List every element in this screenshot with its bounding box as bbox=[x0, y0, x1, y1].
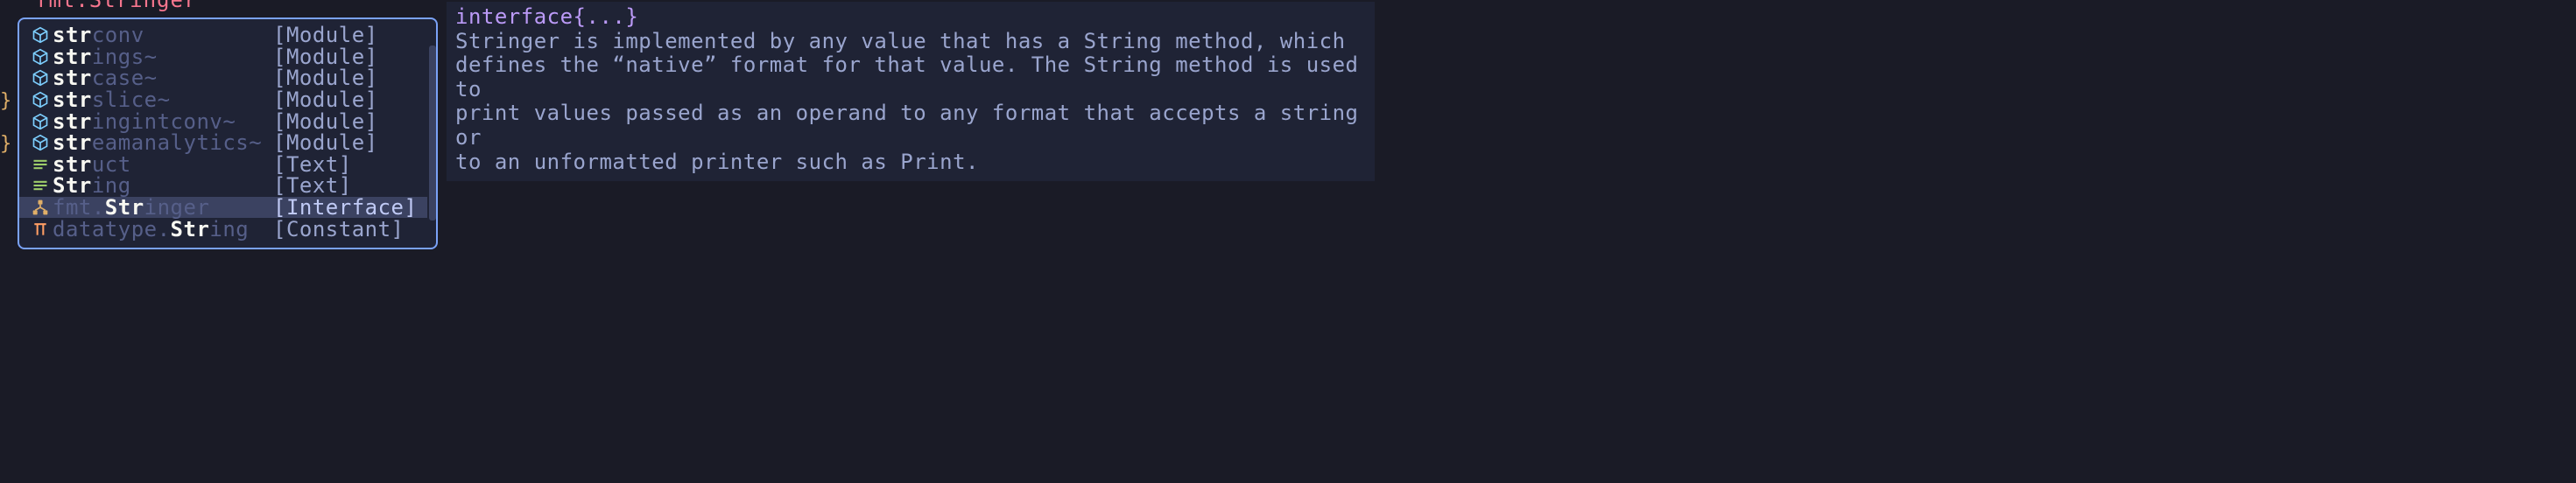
editor-gutter: }} bbox=[0, 26, 18, 242]
completion-item[interactable]: fmt.Stringer[Interface] bbox=[19, 197, 427, 219]
completion-item[interactable]: String[Text] bbox=[19, 175, 427, 197]
hierarchy-icon bbox=[28, 199, 53, 216]
completion-item[interactable]: strcase~[Module] bbox=[19, 67, 427, 89]
completion-item[interactable]: stringintconv~[Module] bbox=[19, 110, 427, 132]
cube-icon bbox=[28, 134, 53, 151]
cube-icon bbox=[28, 69, 53, 87]
documentation-panel: interface{...} Stringer is implemented b… bbox=[447, 2, 1375, 181]
completion-item[interactable]: strings~[Module] bbox=[19, 46, 427, 68]
completion-popup: strconv[Module]strings~[Module]strcase~[… bbox=[18, 18, 438, 249]
completion-item[interactable]: datatype.String[Constant] bbox=[19, 218, 427, 240]
pi-icon bbox=[28, 220, 53, 238]
cube-icon bbox=[28, 48, 53, 66]
completion-scrollbar[interactable] bbox=[429, 19, 436, 248]
cube-icon bbox=[28, 113, 53, 130]
completion-item-label: datatype.String bbox=[53, 217, 273, 242]
completion-scrollbar-thumb[interactable] bbox=[429, 46, 436, 220]
cube-icon bbox=[28, 26, 53, 44]
completion-item[interactable]: struct[Text] bbox=[19, 154, 427, 176]
completion-item[interactable]: streamanalytics~[Module] bbox=[19, 132, 427, 154]
completion-item-kind: [Constant] bbox=[273, 217, 405, 242]
lines-icon bbox=[28, 156, 53, 173]
cube-icon bbox=[28, 91, 53, 108]
lines-icon bbox=[28, 177, 53, 194]
completion-item[interactable]: strconv[Module] bbox=[19, 24, 427, 46]
documentation-signature: interface{...} bbox=[455, 5, 1366, 30]
documentation-body: Stringer is implemented by any value tha… bbox=[455, 30, 1366, 175]
completion-item[interactable]: strslice~[Module] bbox=[19, 89, 427, 111]
editor-line-fragment: fmt.Stringer bbox=[35, 0, 197, 12]
completion-list[interactable]: strconv[Module]strings~[Module]strcase~[… bbox=[19, 19, 427, 248]
